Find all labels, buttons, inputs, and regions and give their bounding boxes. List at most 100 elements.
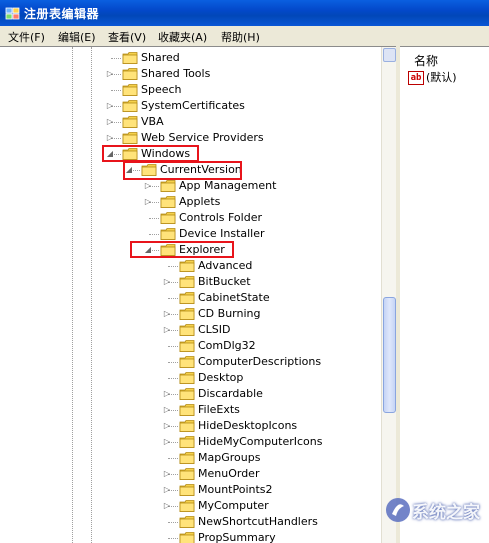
tree-connector [111,58,121,59]
expand-arrow-icon[interactable]: ▷ [163,498,171,514]
expand-arrow-icon[interactable]: ▷ [106,130,114,146]
expand-arrow-icon[interactable]: ▷ [144,194,152,210]
tree-node-label: MapGroups [198,451,261,464]
menu-bar: 文件(F) 编辑(E) 查看(V) 收藏夹(A) 帮助(H) [0,26,489,47]
expand-arrow-icon[interactable]: ▷ [144,178,152,194]
folder-icon [179,404,195,416]
folder-icon [122,132,138,144]
tree-node-label: Applets [179,195,221,208]
registry-editor-icon [5,7,20,20]
tree-guide-line [72,47,73,543]
tree-node-label: Desktop [198,371,244,384]
tree-guide-line [91,47,92,543]
watermark: 系统之家 [380,490,485,534]
folder-icon [179,452,195,464]
tree-node-label: PropSummary [198,531,276,543]
window-title: 注册表编辑器 [24,7,100,21]
menu-edit[interactable]: 编辑(E) [58,29,96,45]
folder-icon [179,436,195,448]
watermark-text: 系统之家 [412,503,480,523]
tree-node-label: MountPoints2 [198,483,273,496]
tree-node-label: FileExts [198,403,240,416]
folder-icon [179,468,195,480]
tree-node-label: HideMyComputerIcons [198,435,323,448]
expand-arrow-icon[interactable]: ▷ [106,114,114,130]
expand-arrow-icon[interactable]: ▷ [106,98,114,114]
tree-node-label: Discardable [198,387,263,400]
folder-icon [179,356,195,368]
tree-node-label: CLSID [198,323,231,336]
folder-icon [179,292,195,304]
folder-icon [179,324,195,336]
folder-icon [179,532,195,543]
tree-node-label: Shared Tools [141,67,211,80]
value-name: (默认) [426,71,457,84]
expand-arrow-icon[interactable]: ▷ [163,322,171,338]
folder-icon [179,500,195,512]
folder-icon [122,84,138,96]
tree-node-label: ComputerDescriptions [198,355,322,368]
folder-icon [179,516,195,528]
folder-icon [179,372,195,384]
folder-icon [179,420,195,432]
tree-connector [168,538,178,539]
tree-node-label: App Management [179,179,277,192]
expand-arrow-icon[interactable]: ▷ [163,482,171,498]
folder-icon [179,484,195,496]
title-bar: 注册表编辑器 [0,0,489,26]
tree-node-label: Device Installer [179,227,265,240]
folder-icon [179,276,195,288]
expand-arrow-icon[interactable]: ▷ [163,402,171,418]
expand-arrow-icon[interactable]: ▷ [106,66,114,82]
expand-arrow-icon[interactable]: ▷ [163,306,171,322]
tree-node-label: Speech [141,83,182,96]
tree-node-label: SystemCertificates [141,99,245,112]
tree-node-label: MyComputer [198,499,269,512]
folder-icon [179,308,195,320]
tree-node-label: Shared [141,51,180,64]
folder-icon [160,196,176,208]
tree-node-label: BitBucket [198,275,251,288]
values-pane[interactable]: 名称 ab (默认) [400,46,489,543]
menu-help[interactable]: 帮助(H) [221,29,260,45]
tree-connector [168,346,178,347]
tree-connector [168,378,178,379]
menu-view[interactable]: 查看(V) [108,29,146,45]
tree-node-label: Advanced [198,259,253,272]
tree-node-label: HideDesktopIcons [198,419,298,432]
folder-icon [179,260,195,272]
folder-icon [160,180,176,192]
tree-vertical-scrollbar[interactable] [381,47,396,543]
highlight-currentversion [123,161,242,180]
tree-node-label: CD Burning [198,307,261,320]
expand-arrow-icon[interactable]: ▷ [163,434,171,450]
folder-icon [122,52,138,64]
scroll-up-arrow[interactable] [383,48,396,62]
expand-arrow-icon[interactable]: ▷ [163,418,171,434]
registry-tree-pane[interactable]: Shared ▷ Shared Tools Speech ▷ SystemCertific… [0,46,396,543]
tree-node-label: Web Service Providers [141,131,264,144]
highlight-windows [102,145,199,162]
tree-connector [149,218,159,219]
tree-connector [168,266,178,267]
tree-node-label: MenuOrder [198,467,260,480]
name-column-header[interactable]: 名称 [414,52,438,69]
folder-icon [179,388,195,400]
highlight-explorer [130,241,234,258]
tree-connector [168,458,178,459]
tree-node-label: Controls Folder [179,211,262,224]
menu-file[interactable]: 文件(F) [8,29,45,45]
menu-favorites[interactable]: 收藏夹(A) [158,29,207,45]
folder-icon [160,212,176,224]
scroll-thumb[interactable] [383,297,396,413]
tree-connector [149,234,159,235]
expand-arrow-icon[interactable]: ▷ [163,274,171,290]
folder-icon [122,100,138,112]
folder-icon [122,68,138,80]
folder-icon [122,116,138,128]
expand-arrow-icon[interactable]: ▷ [163,386,171,402]
folder-icon [160,228,176,240]
watermark-logo-icon [386,498,410,522]
tree-connector [168,522,178,523]
expand-arrow-icon[interactable]: ▷ [163,466,171,482]
